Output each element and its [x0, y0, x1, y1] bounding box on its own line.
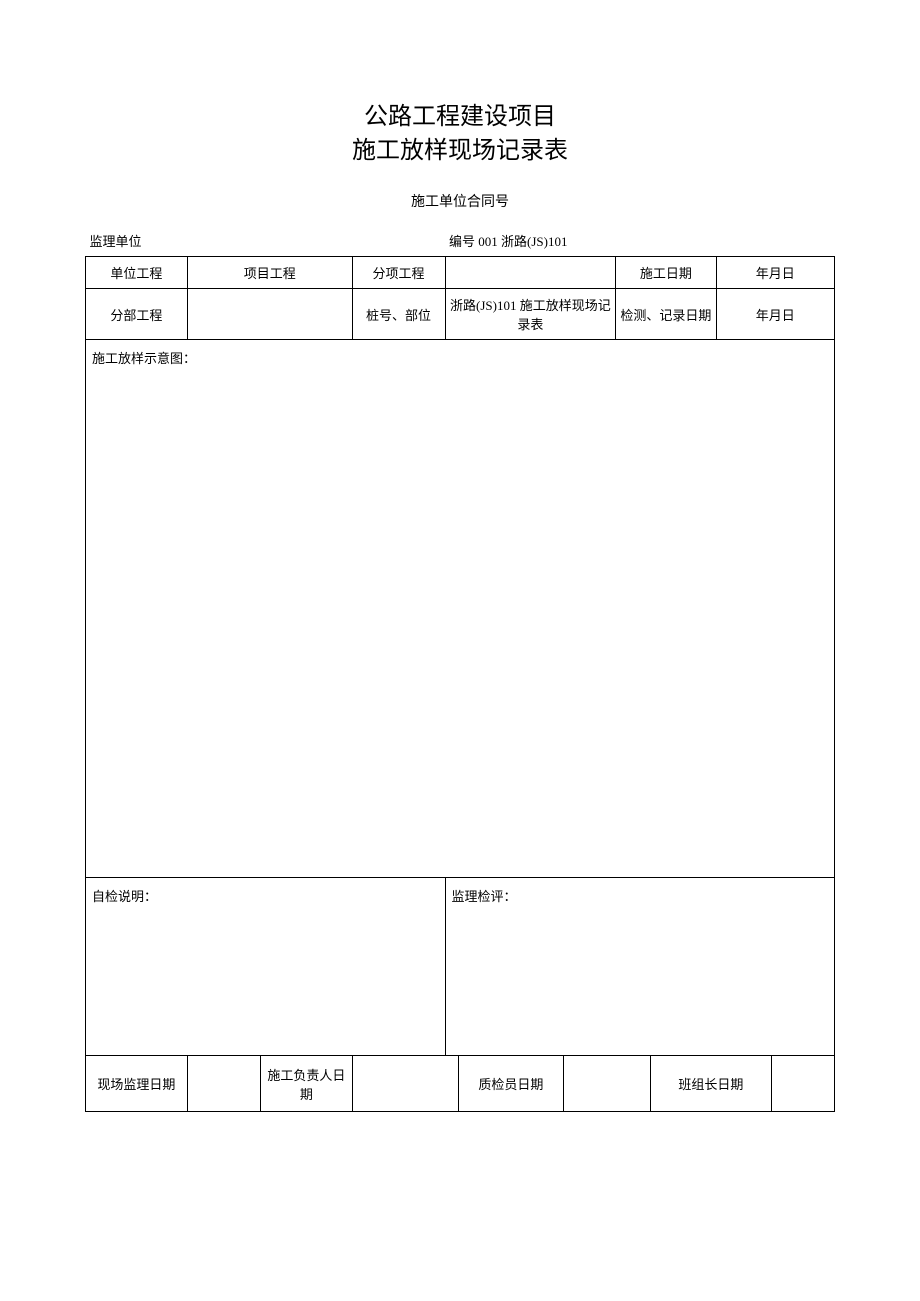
construction-manager-date-label: 施工负责人日期: [261, 1056, 352, 1112]
cell-record-name: 浙路(JS)101 施工放样现场记录表: [445, 289, 616, 340]
qc-date-value: [563, 1056, 650, 1112]
title-line-2: 施工放样现场记录表: [85, 134, 835, 168]
cell-item-project-label: 项目工程: [187, 257, 352, 289]
cell-sub-project-value: [445, 257, 616, 289]
cell-construction-date-label: 施工日期: [616, 257, 716, 289]
team-leader-date-label: 班组长日期: [650, 1056, 771, 1112]
site-supervisor-date-value: [187, 1056, 260, 1112]
signature-row: 现场监理日期 施工负责人日期 质检员日期 班组长日期: [86, 1056, 835, 1112]
diagram-row: 施工放样示意图：: [86, 340, 835, 878]
notes-row: 自检说明： 监理检评：: [86, 878, 835, 1056]
serial-label: 编号 001 浙路(JS)101: [445, 229, 835, 257]
qc-date-label: 质检员日期: [458, 1056, 563, 1112]
diagram-area: 施工放样示意图：: [86, 340, 835, 878]
cell-unit-project-label: 单位工程: [86, 257, 188, 289]
cell-pile-position-label: 桩号、部位: [352, 289, 445, 340]
header-row-2: 分部工程 桩号、部位 浙路(JS)101 施工放样现场记录表 检测、记录日期 年…: [86, 289, 835, 340]
header-row-1: 单位工程 项目工程 分项工程 施工日期 年月日: [86, 257, 835, 289]
construction-manager-date-value: [352, 1056, 458, 1112]
supervisor-label: 监理单位: [86, 229, 446, 257]
contract-line: 施工单位合同号: [85, 191, 835, 211]
cell-construction-date-value: 年月日: [716, 257, 834, 289]
supervision-review-notes: 监理检评：: [445, 878, 835, 1056]
cell-inspect-date-value: 年月日: [716, 289, 834, 340]
cell-division-project-label: 分部工程: [86, 289, 188, 340]
form-table: 监理单位 编号 001 浙路(JS)101 单位工程 项目工程 分项工程 施工日…: [85, 229, 835, 1112]
team-leader-date-value: [772, 1056, 835, 1112]
site-supervisor-date-label: 现场监理日期: [86, 1056, 188, 1112]
cell-inspect-date-label: 检测、记录日期: [616, 289, 716, 340]
title-line-1: 公路工程建设项目: [85, 100, 835, 134]
self-inspection-notes: 自检说明：: [86, 878, 446, 1056]
document-title: 公路工程建设项目 施工放样现场记录表: [85, 100, 835, 167]
cell-sub-project-label: 分项工程: [352, 257, 445, 289]
cell-division-project-value: [187, 289, 352, 340]
